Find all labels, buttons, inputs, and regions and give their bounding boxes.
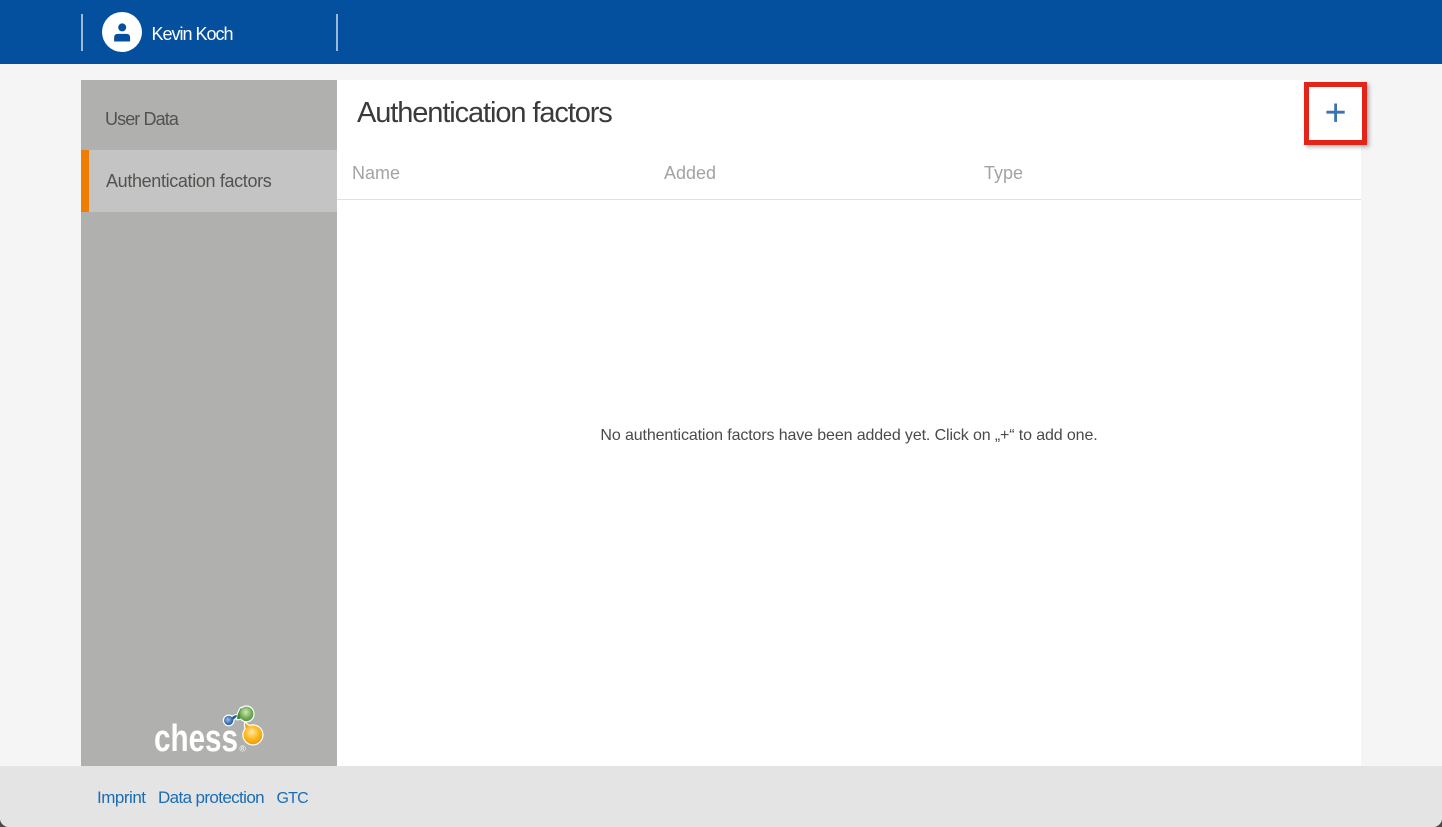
svg-text:chess: chess: [154, 718, 238, 760]
svg-text:®: ®: [240, 744, 247, 754]
